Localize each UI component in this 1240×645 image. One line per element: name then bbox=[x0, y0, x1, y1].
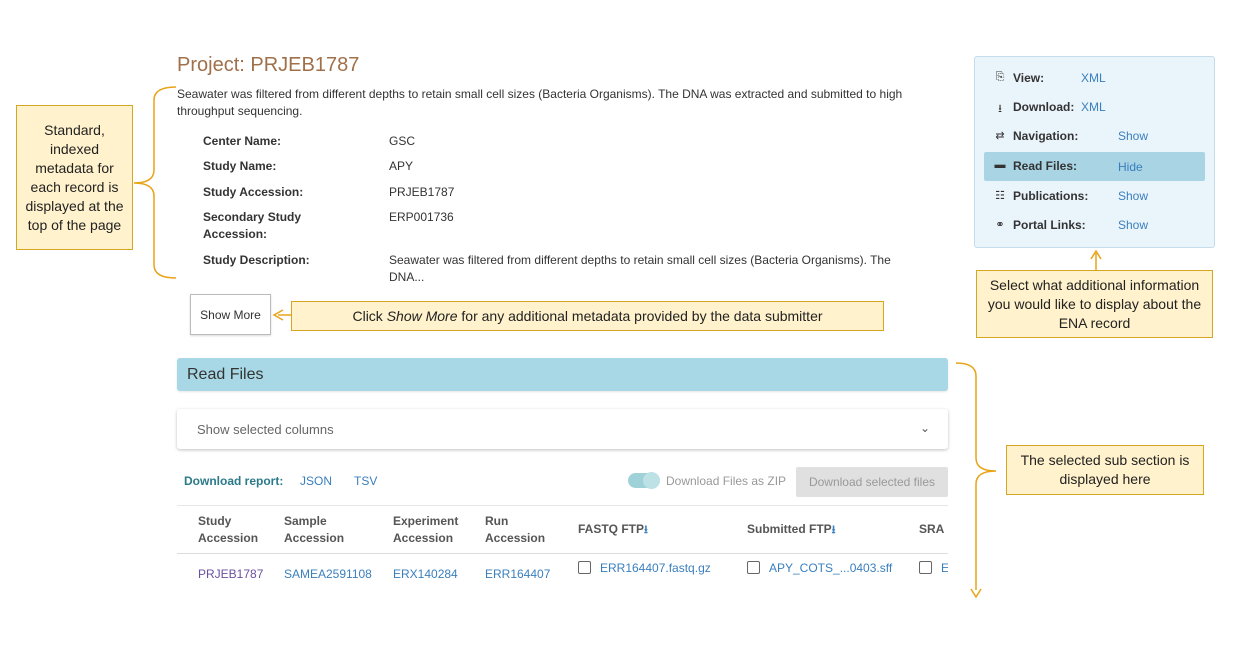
callout-standard-metadata: Standard, indexed metadata for each reco… bbox=[16, 105, 133, 250]
callout-show-more-em: Show More bbox=[386, 307, 458, 324]
left-bracket bbox=[133, 86, 177, 279]
callout-section: The selected sub section is displayed he… bbox=[1006, 445, 1204, 495]
callout-show-more-prefix: Click bbox=[352, 307, 387, 324]
callout-show-more-suffix: for any additional metadata provided by … bbox=[457, 307, 823, 324]
section-arrowhead bbox=[970, 588, 982, 599]
callout-show-more: Click Show More for any additional metad… bbox=[291, 301, 884, 331]
section-bracket bbox=[955, 362, 997, 590]
callout-panel: Select what additional information you w… bbox=[976, 270, 1213, 338]
